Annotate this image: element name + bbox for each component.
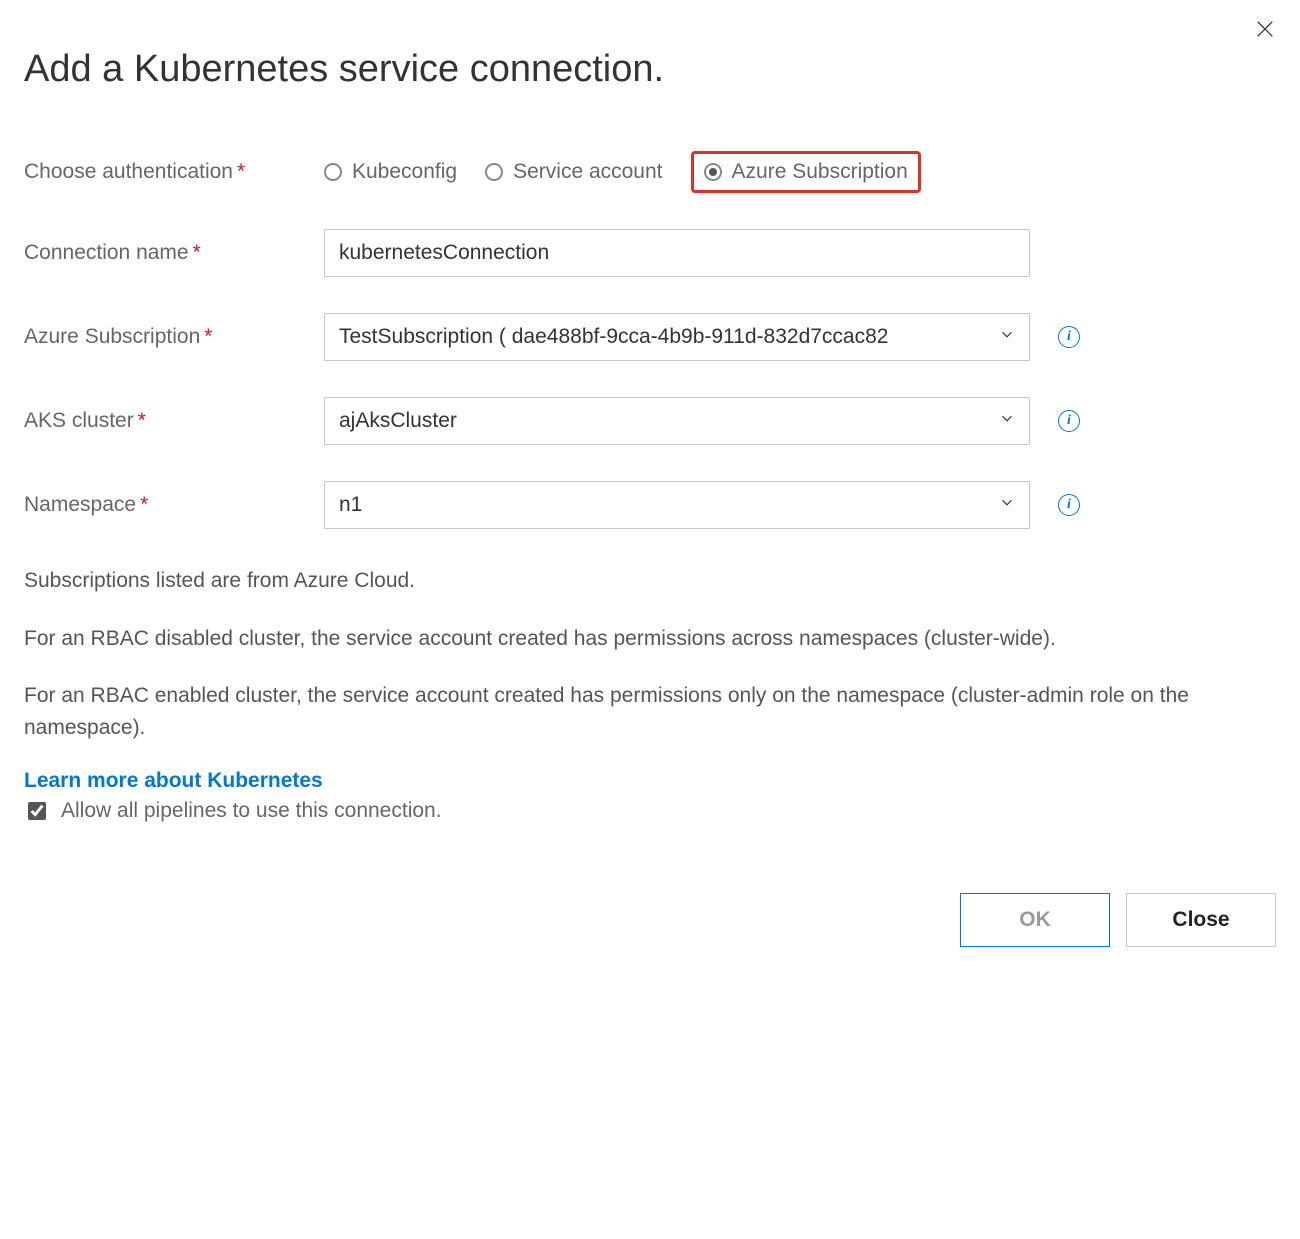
description-block: Subscriptions listed are from Azure Clou…	[24, 565, 1276, 743]
ok-button[interactable]: OK	[960, 893, 1110, 947]
required-marker: *	[237, 160, 245, 183]
radio-service-account[interactable]: Service account	[485, 160, 662, 184]
radio-kubeconfig[interactable]: Kubeconfig	[324, 160, 457, 184]
row-namespace: Namespace* i	[24, 481, 1276, 529]
description-p1: Subscriptions listed are from Azure Clou…	[24, 565, 1276, 597]
allow-pipelines-checkbox[interactable]	[28, 802, 46, 820]
connection-name-input[interactable]	[324, 229, 1030, 277]
row-connection-name: Connection name*	[24, 229, 1276, 277]
info-icon[interactable]: i	[1058, 494, 1080, 516]
info-icon[interactable]: i	[1058, 326, 1080, 348]
close-icon[interactable]	[1254, 18, 1276, 45]
radio-icon	[324, 163, 342, 181]
aks-cluster-label: AKS cluster*	[24, 409, 324, 433]
row-auth: Choose authentication* Kubeconfig Servic…	[24, 151, 1276, 193]
radio-icon	[704, 163, 722, 181]
auth-label: Choose authentication*	[24, 160, 324, 184]
dialog: Add a Kubernetes service connection. Cho…	[0, 0, 1300, 971]
namespace-label: Namespace*	[24, 493, 324, 517]
azure-subscription-label: Azure Subscription*	[24, 325, 324, 349]
auth-radio-group: Kubeconfig Service account Azure Subscri…	[324, 151, 921, 193]
description-p2: For an RBAC disabled cluster, the servic…	[24, 623, 1276, 655]
allow-pipelines-checkbox-row: Allow all pipelines to use this connecti…	[24, 799, 1276, 823]
dialog-title: Add a Kubernetes service connection.	[24, 48, 1276, 91]
aks-cluster-select[interactable]	[324, 397, 1030, 445]
radio-icon	[485, 163, 503, 181]
info-icon[interactable]: i	[1058, 410, 1080, 432]
radio-azure-subscription[interactable]: Azure Subscription	[691, 151, 921, 193]
description-p3: For an RBAC enabled cluster, the service…	[24, 680, 1276, 743]
connection-name-label: Connection name*	[24, 241, 324, 265]
button-row: OK Close	[24, 893, 1276, 947]
close-button[interactable]: Close	[1126, 893, 1276, 947]
row-azure-subscription: Azure Subscription* i	[24, 313, 1276, 361]
azure-subscription-select[interactable]	[324, 313, 1030, 361]
learn-more-link[interactable]: Learn more about Kubernetes	[24, 769, 323, 793]
namespace-select[interactable]	[324, 481, 1030, 529]
row-aks-cluster: AKS cluster* i	[24, 397, 1276, 445]
allow-pipelines-label: Allow all pipelines to use this connecti…	[61, 799, 442, 823]
